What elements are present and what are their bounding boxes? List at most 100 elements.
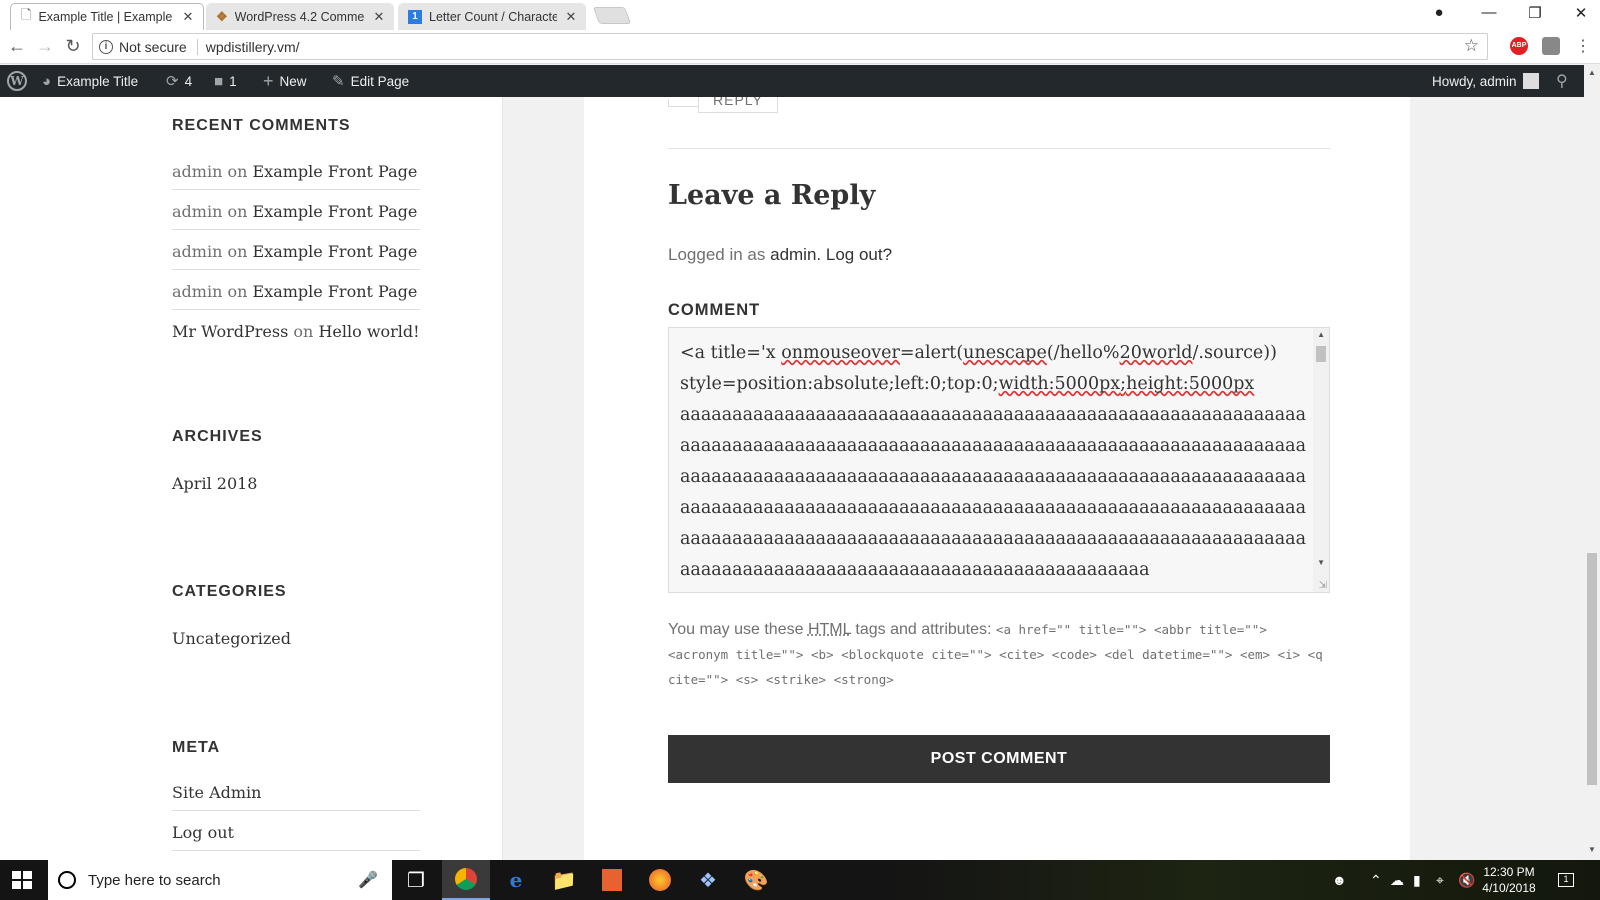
reload-icon[interactable]: ↻ [62, 36, 84, 57]
archive-link[interactable]: April 2018 [172, 474, 257, 493]
info-icon[interactable]: i [99, 39, 113, 54]
notification-count: 1 [1558, 873, 1574, 887]
edit-page-link[interactable]: ✎ Edit Page [332, 65, 409, 97]
recent-comment-item: admin on Example Front Page [172, 162, 420, 190]
wifi-icon[interactable]: ⌖ [1436, 860, 1444, 900]
show-hidden-icons[interactable]: ⌃ [1370, 860, 1382, 900]
tab-example-title[interactable]: 🗋 Example Title | Example D ✕ [10, 3, 204, 30]
comments-count: 1 [229, 73, 237, 89]
search-icon[interactable]: ⚲ [1556, 65, 1568, 97]
comment-post-link[interactable]: Example Front Page [253, 242, 418, 261]
divider [196, 38, 198, 55]
forward-arrow-icon[interactable]: → [34, 36, 56, 57]
textarea-scrollbar[interactable]: ▲ ▼ [1313, 328, 1329, 592]
menu-icon[interactable]: ⋮ [1572, 36, 1594, 56]
close-icon[interactable]: ✕ [564, 9, 578, 25]
recent-comment-item: admin on Example Front Page [172, 242, 420, 270]
scroll-down-arrow-icon[interactable]: ▼ [1317, 558, 1325, 567]
post-comment-button[interactable]: POST COMMENT [668, 735, 1330, 783]
back-arrow-icon[interactable]: ← [6, 36, 28, 57]
page-scrollbar[interactable]: ▲ ▼ [1584, 65, 1600, 860]
adblock-icon[interactable]: ABP [1510, 37, 1528, 55]
battery-icon[interactable]: ▮ [1413, 860, 1421, 900]
comments-menu[interactable]: ■ 1 [214, 65, 237, 97]
resize-handle-icon[interactable]: ⇲ [1319, 580, 1327, 591]
comment-author: admin [172, 282, 223, 301]
minimize-button[interactable]: — [1474, 4, 1504, 21]
new-label: New [279, 73, 307, 89]
site-name-menu[interactable]: ◕ Example Title [42, 65, 138, 97]
category-item: Uncategorized [172, 629, 420, 656]
howdy-label: Howdy, admin [1432, 73, 1517, 89]
log-out-link[interactable]: Log out [172, 823, 234, 842]
microphone-icon[interactable]: 🎤 [358, 870, 378, 890]
system-clock[interactable]: 12:30 PM 4/10/2018 [1474, 864, 1544, 896]
profile-icon[interactable]: ● [1424, 4, 1454, 21]
tab-letter-count[interactable]: 1 Letter Count / Character ✕ [398, 3, 586, 30]
close-icon[interactable]: ✕ [372, 9, 386, 25]
task-view-icon[interactable]: ❐ [392, 860, 440, 900]
windows-taskbar: Type here to search 🎤 ❐ e 📁 ❖ 🎨 ☻ ⌃ ☁ ▮ … [0, 860, 1600, 900]
extension-icon[interactable] [1542, 37, 1560, 55]
edit-page-label: Edit Page [350, 73, 410, 89]
virtualbox-icon[interactable]: ❖ [684, 860, 732, 900]
onedrive-icon[interactable]: ☁ [1390, 860, 1404, 900]
comment-on: on [227, 242, 248, 261]
notifications-icon[interactable]: 1 [1558, 860, 1574, 900]
comment-on: on [227, 282, 248, 301]
logout-link[interactable]: Log out? [826, 245, 892, 264]
meta-title: META [172, 739, 221, 756]
taskbar-search[interactable]: Type here to search 🎤 [48, 860, 392, 900]
security-label[interactable]: Not secure [119, 39, 187, 55]
chrome-icon[interactable] [442, 860, 490, 900]
wp-logo-menu[interactable]: W [7, 65, 27, 97]
site-admin-link[interactable]: Site Admin [172, 783, 261, 802]
scroll-up-arrow-icon[interactable]: ▲ [1588, 68, 1596, 77]
bookmark-star-icon[interactable]: ☆ [1464, 36, 1479, 56]
category-link[interactable]: Uncategorized [172, 629, 291, 648]
scroll-thumb[interactable] [1587, 553, 1597, 785]
scroll-up-arrow-icon[interactable]: ▲ [1317, 330, 1325, 339]
sublime-text-icon[interactable] [588, 860, 636, 900]
profile-link[interactable]: admin [770, 245, 816, 264]
comment-post-link[interactable]: Hello world! [318, 322, 419, 341]
firefox-icon[interactable] [636, 860, 684, 900]
site-title: Example Title [57, 73, 139, 89]
url-text[interactable]: wpdistillery.vm/ [206, 39, 300, 55]
reply-button[interactable]: REPLY [698, 97, 778, 113]
tab-wordpress-comment[interactable]: ❖ WordPress 4.2 Comment ✕ [206, 3, 394, 30]
comment-author: admin [172, 202, 223, 221]
my-account-menu[interactable]: Howdy, admin [1432, 65, 1539, 97]
restore-button[interactable]: ❐ [1520, 4, 1550, 22]
address-bar[interactable]: i Not secure wpdistillery.vm/ ☆ [92, 33, 1488, 60]
file-explorer-icon[interactable]: 📁 [540, 860, 588, 900]
scroll-down-arrow-icon[interactable]: ▼ [1588, 845, 1596, 854]
plus-icon: + [263, 70, 274, 91]
people-icon[interactable]: ☻ [1332, 860, 1347, 900]
comment-on: on [227, 202, 248, 221]
volume-muted-icon[interactable]: 🔇 [1458, 860, 1475, 900]
comment-textarea[interactable]: <a title='x onmouseover=alert(unescape(/… [668, 327, 1330, 593]
comment-post-link[interactable]: Example Front Page [253, 162, 418, 181]
close-icon[interactable]: ✕ [181, 9, 195, 25]
windows-start-icon[interactable] [12, 871, 32, 889]
scroll-thumb[interactable] [1316, 346, 1326, 362]
comment-post-link[interactable]: Example Front Page [253, 282, 418, 301]
comment-post-link[interactable]: Example Front Page [253, 202, 418, 221]
recent-comment-item: admin on Example Front Page [172, 202, 420, 230]
comment-on: on [227, 162, 248, 181]
close-window-button[interactable]: ✕ [1566, 4, 1596, 22]
comment-author-link[interactable]: Mr WordPress [172, 322, 288, 341]
new-tab-button[interactable] [592, 7, 632, 24]
paint-app-icon[interactable]: 🎨 [732, 860, 780, 900]
wordpress-logo-icon: W [7, 71, 27, 91]
tab-title: WordPress 4.2 Comment [234, 9, 365, 24]
comment-box-edge [668, 99, 698, 107]
new-content-menu[interactable]: + New [263, 65, 307, 97]
edge-icon[interactable]: e [492, 860, 540, 900]
comment-text[interactable]: <a title='x onmouseover=alert(unescape(/… [680, 338, 1310, 586]
divider [668, 148, 1330, 149]
updates-menu[interactable]: ⟳ 4 [166, 65, 192, 97]
clock-time: 12:30 PM [1483, 865, 1535, 879]
browser-toolbar: ← → ↻ i Not secure wpdistillery.vm/ ☆ AB… [0, 30, 1600, 64]
